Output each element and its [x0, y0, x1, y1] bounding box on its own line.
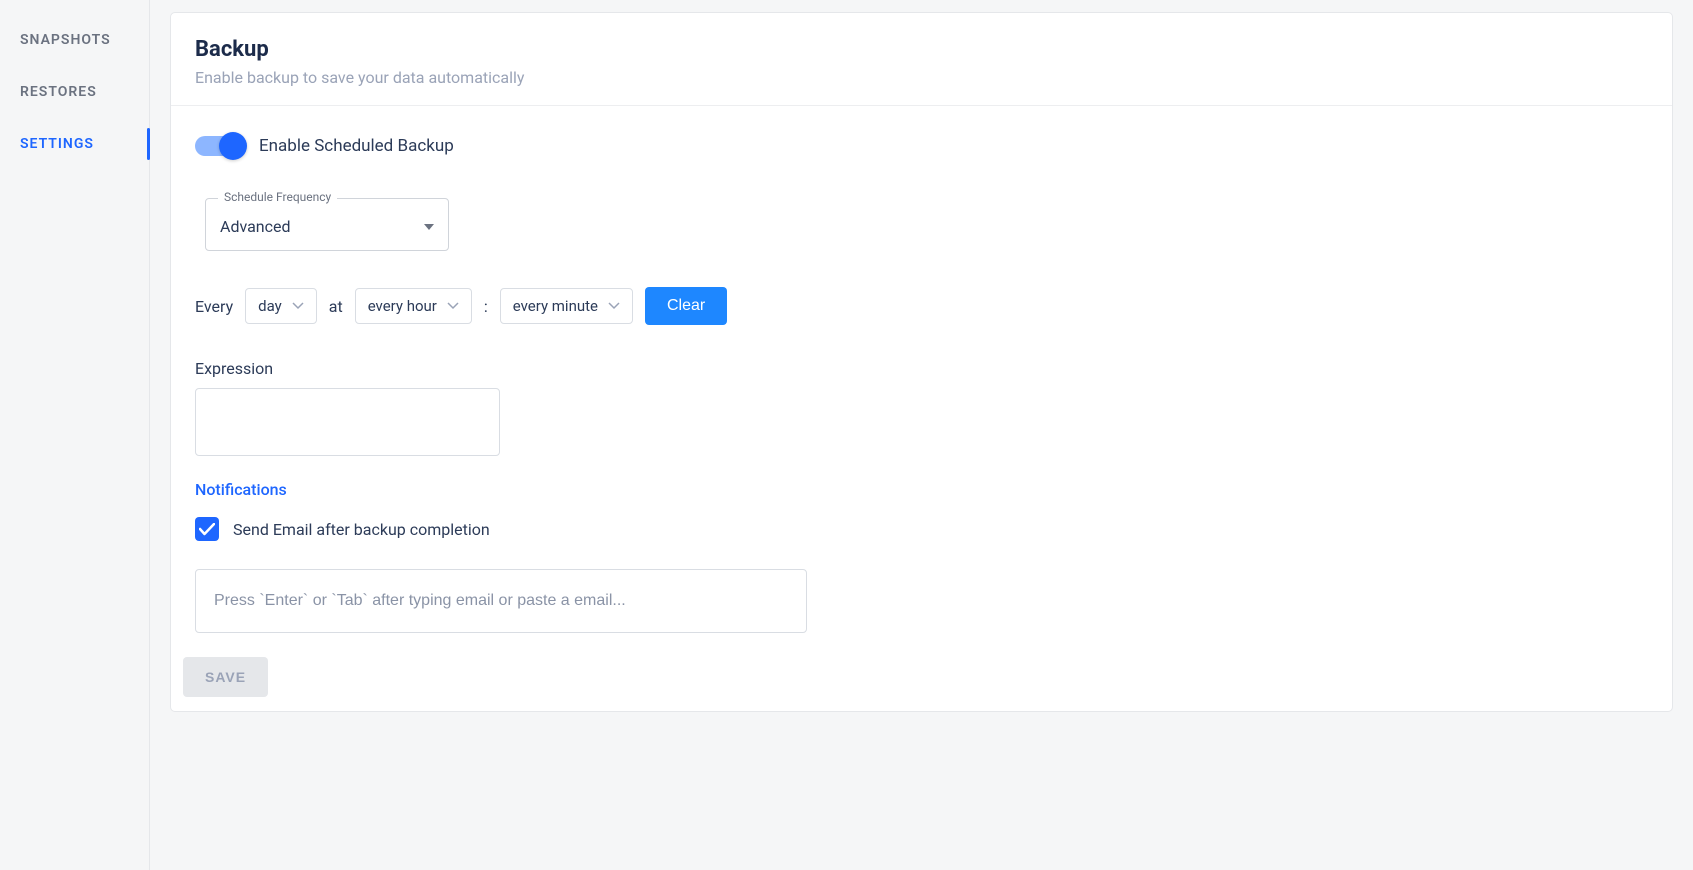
page-subtitle: Enable backup to save your data automati…: [195, 68, 1648, 87]
backup-card: Backup Enable backup to save your data a…: [170, 12, 1673, 712]
card-header: Backup Enable backup to save your data a…: [171, 13, 1672, 106]
email-input[interactable]: [195, 569, 807, 633]
hour-select[interactable]: every hour: [355, 288, 472, 324]
card-footer: SAVE: [171, 643, 1672, 711]
clear-button[interactable]: Clear: [645, 287, 727, 325]
notifications-heading: Notifications: [195, 480, 1648, 499]
hour-value: every hour: [368, 297, 437, 315]
layout: SNAPSHOTS RESTORES SETTINGS Backup Enabl…: [0, 0, 1693, 870]
send-email-label: Send Email after backup completion: [233, 520, 490, 539]
schedule-frequency-value: Advanced: [220, 217, 291, 236]
send-email-checkbox[interactable]: [195, 517, 219, 541]
minute-select[interactable]: every minute: [500, 288, 633, 324]
page-title: Backup: [195, 37, 1648, 62]
schedule-frequency-label: Schedule Frequency: [218, 190, 337, 204]
main: Backup Enable backup to save your data a…: [150, 0, 1693, 870]
save-button[interactable]: SAVE: [183, 657, 268, 697]
every-label: Every: [195, 297, 233, 316]
day-value: day: [258, 297, 282, 315]
caret-down-icon: [424, 224, 434, 230]
chevron-down-icon: [447, 302, 459, 310]
enable-backup-row: Enable Scheduled Backup: [195, 136, 1648, 156]
check-icon: [199, 523, 215, 536]
chevron-down-icon: [292, 302, 304, 310]
schedule-frequency-field: Schedule Frequency Advanced: [205, 198, 1648, 251]
sidebar-item-snapshots[interactable]: SNAPSHOTS: [0, 14, 149, 66]
minute-value: every minute: [513, 297, 598, 315]
enable-backup-label: Enable Scheduled Backup: [259, 136, 454, 156]
sidebar-item-restores[interactable]: RESTORES: [0, 66, 149, 118]
expression-label: Expression: [195, 359, 1648, 378]
schedule-frequency-select[interactable]: Schedule Frequency Advanced: [205, 198, 449, 251]
schedule-row: Every day at every hour :: [195, 287, 1648, 325]
sidebar-item-settings[interactable]: SETTINGS: [0, 118, 149, 170]
day-select[interactable]: day: [245, 288, 317, 324]
sidebar: SNAPSHOTS RESTORES SETTINGS: [0, 0, 150, 870]
expression-input[interactable]: [195, 388, 500, 456]
time-separator: :: [484, 297, 488, 316]
card-body: Enable Scheduled Backup Schedule Frequen…: [171, 106, 1672, 643]
at-label: at: [329, 297, 343, 316]
toggle-knob: [219, 132, 247, 160]
chevron-down-icon: [608, 302, 620, 310]
send-email-row: Send Email after backup completion: [195, 517, 1648, 541]
enable-backup-toggle[interactable]: [195, 136, 243, 156]
